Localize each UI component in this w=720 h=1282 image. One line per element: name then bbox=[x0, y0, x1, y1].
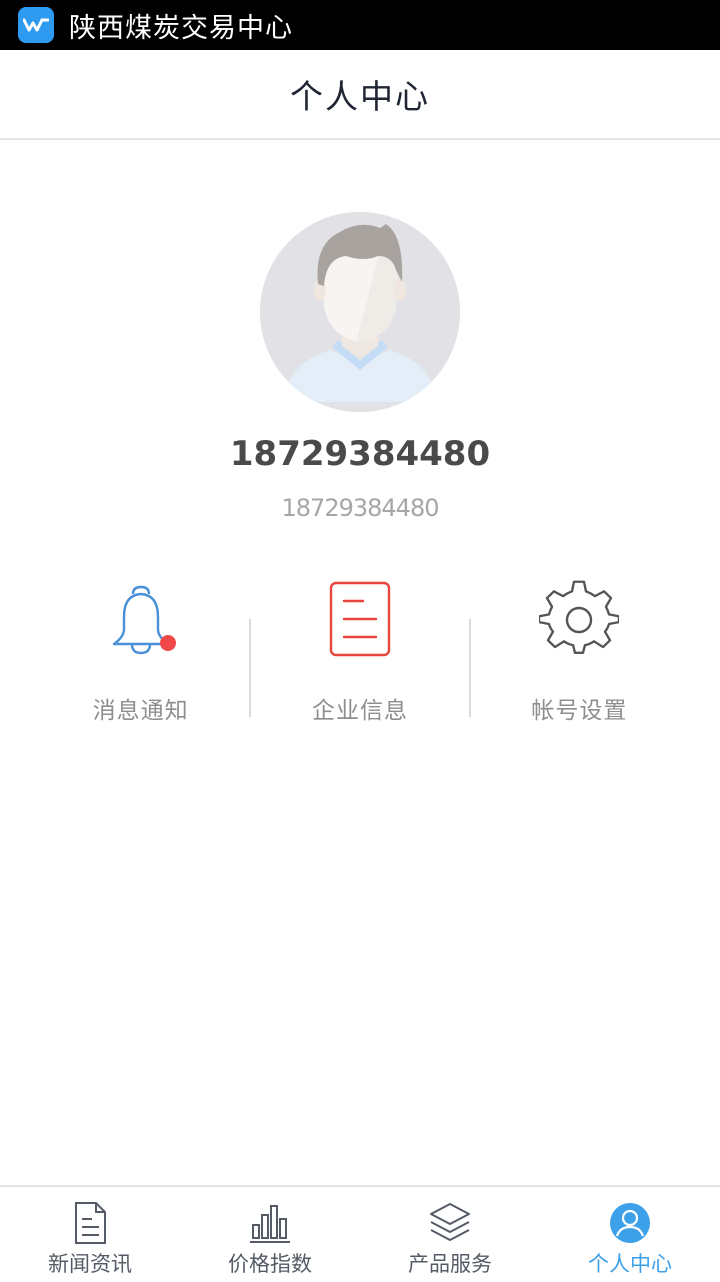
tab-products-label: 产品服务 bbox=[408, 1252, 492, 1276]
tab-profile-label: 个人中心 bbox=[588, 1252, 672, 1276]
account-settings-button[interactable]: 帐号设置 bbox=[471, 575, 688, 725]
gear-icon bbox=[534, 575, 624, 663]
avatar-illustration bbox=[260, 212, 460, 412]
tab-products[interactable]: 产品服务 bbox=[360, 1187, 540, 1282]
page-header: 个人中心 bbox=[0, 50, 720, 140]
action-grid: 消息通知 企业信息 帐号设置 bbox=[32, 575, 688, 725]
notification-badge bbox=[159, 635, 176, 651]
company-info-button[interactable]: 企业信息 bbox=[251, 575, 468, 725]
status-bar: 陕西煤炭交易中心 bbox=[0, 0, 720, 50]
app-logo-icon bbox=[18, 7, 54, 43]
user-subtitle: 18729384480 bbox=[281, 494, 440, 522]
tab-news[interactable]: 新闻资讯 bbox=[0, 1187, 180, 1282]
document-icon bbox=[315, 575, 405, 663]
avatar[interactable] bbox=[260, 212, 460, 412]
news-document-icon bbox=[68, 1201, 112, 1245]
tab-profile[interactable]: 个人中心 bbox=[540, 1187, 720, 1282]
notifications-label: 消息通知 bbox=[92, 698, 189, 724]
company-info-label: 企业信息 bbox=[311, 698, 408, 724]
account-settings-label: 帐号设置 bbox=[531, 698, 628, 724]
user-profile-icon bbox=[608, 1201, 652, 1245]
tab-price-index-label: 价格指数 bbox=[228, 1252, 312, 1276]
app-name: 陕西煤炭交易中心 bbox=[69, 12, 293, 44]
page-title: 个人中心 bbox=[290, 77, 430, 116]
bar-chart-icon bbox=[248, 1201, 292, 1245]
tab-news-label: 新闻资讯 bbox=[48, 1252, 132, 1276]
bell-icon bbox=[96, 575, 186, 663]
notifications-button[interactable]: 消息通知 bbox=[32, 575, 249, 725]
tab-price-index[interactable]: 价格指数 bbox=[180, 1187, 360, 1282]
bottom-tab-bar: 新闻资讯 价格指数 产品服务 个人中心 bbox=[0, 1185, 720, 1282]
user-name: 18729384480 bbox=[229, 434, 491, 474]
layers-icon bbox=[428, 1201, 472, 1245]
